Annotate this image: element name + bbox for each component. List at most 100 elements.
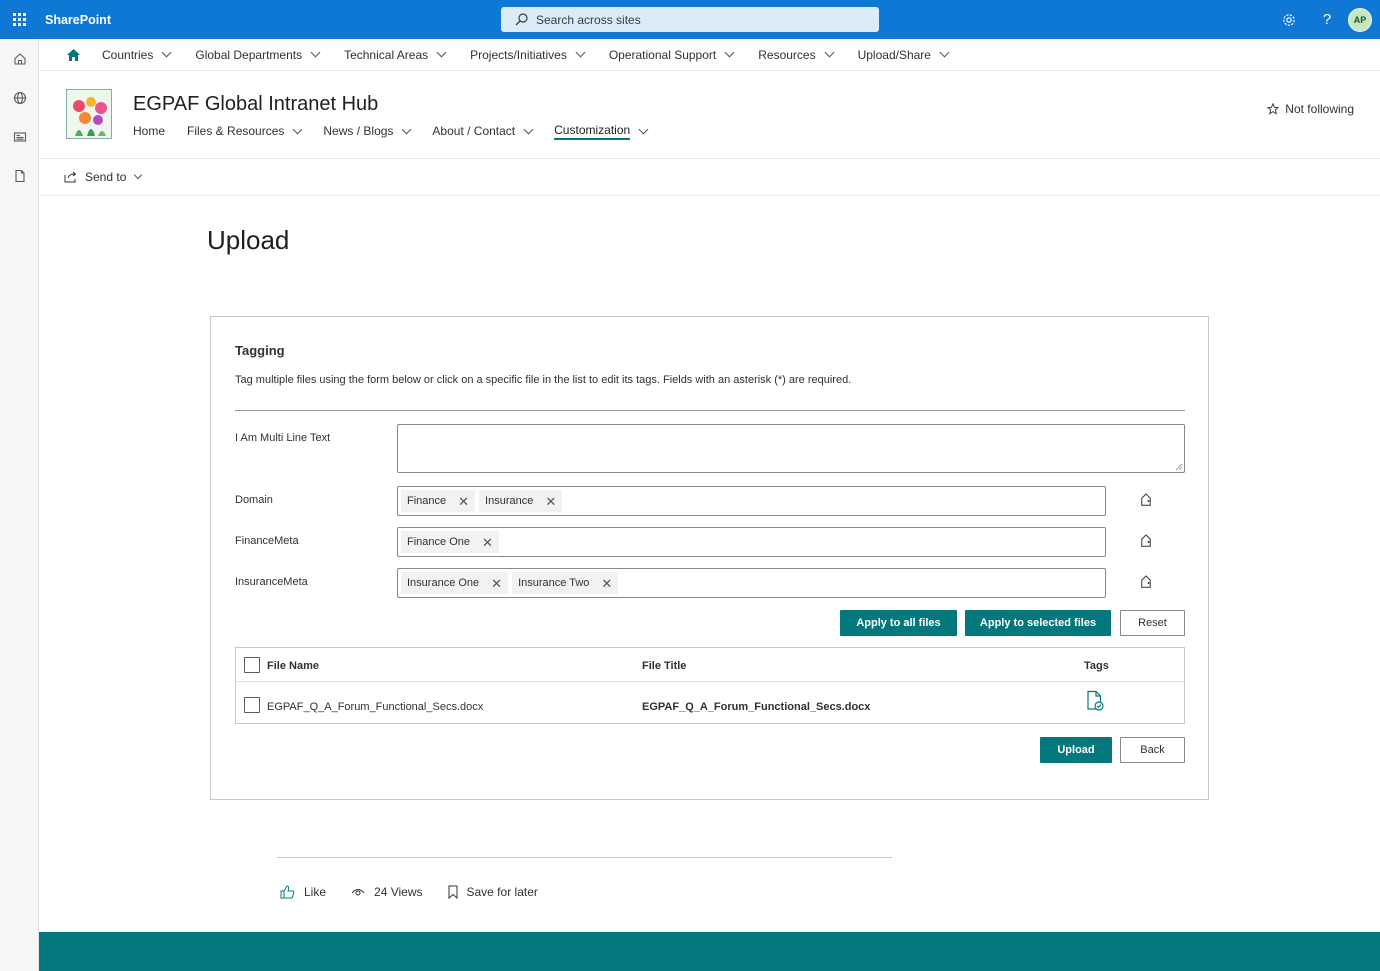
table-row[interactable]: EGPAF_Q_A_Forum_Functional_Secs.docx EGP… [236, 682, 1184, 723]
site-nav-news-blogs[interactable]: News / Blogs [323, 121, 412, 141]
settings-gear-icon[interactable] [1270, 0, 1308, 39]
tag-pill-label: Finance One [407, 536, 470, 548]
multiline-label: I Am Multi Line Text [235, 432, 331, 444]
eye-icon [351, 889, 365, 896]
row-file-title: EGPAF_Q_A_Forum_Functional_Secs.docx [642, 701, 871, 713]
hub-nav-projects-initiatives[interactable]: Projects/Initiatives [470, 47, 586, 62]
follow-button[interactable]: Not following [1267, 102, 1354, 116]
send-to-label: Send to [85, 170, 127, 184]
resize-handle-icon[interactable] [1175, 463, 1183, 471]
column-header-file-name[interactable]: File Name [267, 660, 319, 672]
tag-pill: Finance One ✕ [401, 531, 499, 553]
send-to-button[interactable]: Send to [64, 170, 143, 184]
reset-button[interactable]: Reset [1120, 610, 1185, 636]
site-nav-home[interactable]: Home [133, 121, 165, 141]
domain-picker[interactable]: Finance ✕ Insurance ✕ [397, 486, 1106, 516]
rail-news-icon[interactable] [0, 117, 39, 156]
thumbs-up-icon [280, 885, 295, 899]
save-for-later-label: Save for later [466, 885, 538, 899]
column-header-tags[interactable]: Tags [1084, 660, 1109, 672]
rail-globe-icon[interactable] [0, 78, 39, 117]
remove-tag-icon[interactable]: ✕ [458, 495, 469, 508]
divider [277, 857, 892, 858]
site-nav-label: Files & Resources [187, 124, 285, 138]
column-header-file-title[interactable]: File Title [642, 660, 686, 672]
site-nav-files-resources[interactable]: Files & Resources [187, 121, 303, 141]
hub-nav-label: Upload/Share [857, 47, 931, 62]
chevron-down-icon [575, 47, 586, 58]
site-nav-about-contact[interactable]: About / Contact [432, 121, 534, 141]
rail-document-icon[interactable] [0, 156, 39, 195]
site-footer [39, 932, 1380, 971]
tag-pill-label: Insurance Two [518, 577, 590, 589]
edit-tags-document-icon[interactable] [1084, 690, 1106, 712]
divider [235, 410, 1185, 411]
select-all-checkbox[interactable] [244, 657, 260, 673]
hub-nav-global-departments[interactable]: Global Departments [195, 47, 321, 62]
remove-tag-icon[interactable]: ✕ [545, 495, 556, 508]
multiline-textarea[interactable] [397, 424, 1185, 473]
hub-nav-upload-share[interactable]: Upload/Share [857, 47, 950, 62]
chevron-down-icon [523, 124, 534, 134]
finance-meta-picker[interactable]: Finance One ✕ [397, 527, 1106, 557]
insurance-meta-picker[interactable]: Insurance One ✕ Insurance Two ✕ [397, 568, 1106, 598]
hub-nav-resources[interactable]: Resources [758, 48, 835, 62]
like-button[interactable]: Like [280, 885, 326, 899]
apply-to-selected-files-button[interactable]: Apply to selected files [965, 610, 1111, 636]
hub-nav-countries[interactable]: Countries [102, 47, 172, 62]
save-for-later-button[interactable]: Save for later [448, 885, 538, 899]
domain-label: Domain [235, 494, 273, 506]
search-placeholder: Search across sites [536, 12, 641, 27]
term-browser-tag-icon[interactable] [1138, 534, 1154, 550]
share-icon [64, 171, 77, 183]
site-nav-label: News / Blogs [323, 124, 394, 138]
page-title: Upload [207, 225, 290, 255]
remove-tag-icon[interactable]: ✕ [491, 577, 502, 590]
suite-bar: SharePoint Search across sites ? AP [0, 0, 1380, 39]
apply-to-all-files-button[interactable]: Apply to all files [840, 610, 957, 636]
tag-pill: Insurance ✕ [479, 490, 563, 512]
hub-nav-operational-support[interactable]: Operational Support [609, 48, 735, 62]
site-nav-label: About / Contact [432, 124, 516, 138]
views-label: 24 Views [374, 885, 423, 899]
site-title[interactable]: EGPAF Global Intranet Hub [133, 93, 378, 116]
sharepoint-brand-link[interactable]: SharePoint [45, 13, 111, 27]
chevron-down-icon [161, 47, 172, 58]
chevron-down-icon [134, 170, 143, 180]
remove-tag-icon[interactable]: ✕ [601, 577, 612, 590]
chevron-down-icon [939, 47, 950, 58]
hub-nav-label: Global Departments [195, 47, 303, 62]
site-logo[interactable] [66, 89, 112, 139]
hub-nav-label: Countries [102, 47, 154, 62]
like-label: Like [304, 885, 327, 899]
tagging-description: Tag multiple files using the form below … [235, 374, 852, 386]
term-browser-tag-icon[interactable] [1138, 493, 1154, 509]
tagging-panel: Tagging Tag multiple files using the for… [210, 316, 1209, 800]
help-question-icon[interactable]: ? [1308, 0, 1346, 39]
rail-home-icon[interactable] [0, 39, 39, 78]
chevron-down-icon [436, 47, 447, 58]
insurance-meta-label: InsuranceMeta [235, 576, 308, 588]
row-checkbox[interactable] [244, 697, 260, 713]
file-table: File Name File Title Tags EGPAF_Q_A_Foru… [235, 647, 1185, 724]
app-launcher-icon[interactable] [0, 0, 38, 39]
tag-pill: Insurance One ✕ [401, 572, 509, 594]
back-button[interactable]: Back [1120, 737, 1185, 763]
hub-nav-technical-areas[interactable]: Technical Areas [344, 47, 447, 62]
remove-tag-icon[interactable]: ✕ [482, 536, 493, 549]
chevron-down-icon [401, 124, 412, 134]
user-avatar[interactable]: AP [1348, 7, 1372, 32]
chevron-down-icon [638, 124, 649, 134]
tag-pill-label: Insurance One [407, 577, 480, 589]
table-header: File Name File Title Tags [236, 648, 1184, 682]
row-file-name[interactable]: EGPAF_Q_A_Forum_Functional_Secs.docx [267, 701, 483, 713]
hub-navigation: Countries Global Departments Technical A… [39, 39, 1380, 71]
app-rail [0, 39, 39, 971]
hub-home-icon[interactable] [66, 47, 82, 63]
tag-pill: Insurance Two ✕ [512, 572, 619, 594]
upload-button[interactable]: Upload [1040, 737, 1112, 763]
site-navigation: Home Files & Resources News / Blogs Abou… [133, 121, 669, 141]
site-nav-customization[interactable]: Customization [554, 121, 649, 141]
term-browser-tag-icon[interactable] [1138, 575, 1154, 591]
search-box[interactable]: Search across sites [501, 7, 879, 32]
